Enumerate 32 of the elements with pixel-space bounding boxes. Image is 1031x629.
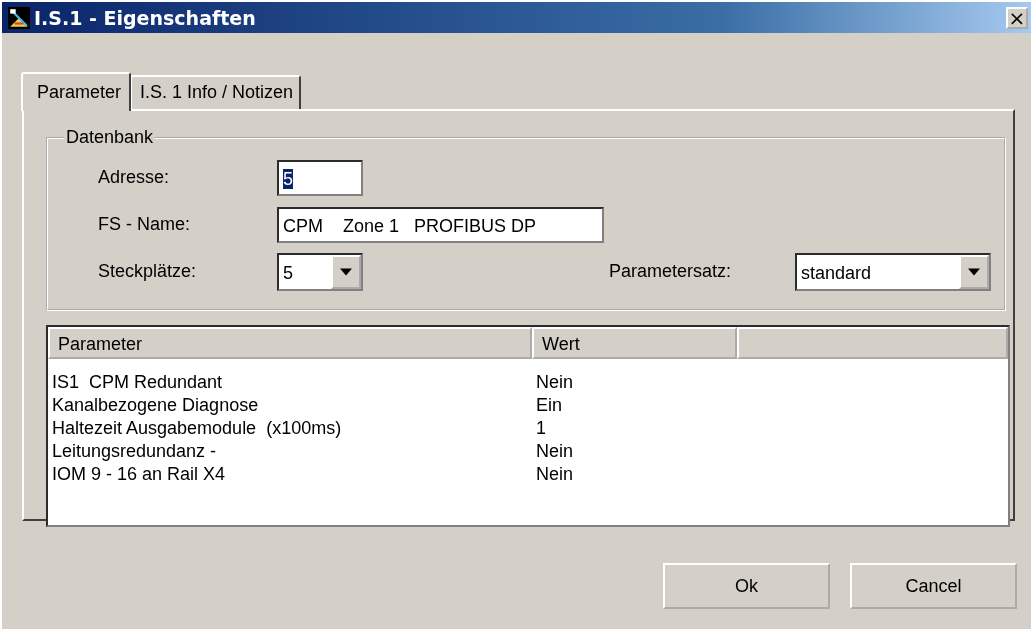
table-cell-text: Nein bbox=[535, 371, 575, 394]
table-cell-text: 1 bbox=[535, 417, 547, 440]
close-button[interactable]: × bbox=[1006, 6, 1028, 29]
group-title: Datenbank bbox=[65, 127, 155, 148]
app-icon bbox=[8, 6, 30, 29]
field-label: Parametersatz: bbox=[608, 261, 731, 282]
dropdown-arrow-button[interactable] bbox=[959, 254, 989, 289]
tab[interactable]: I.S. 1 Info / Notizen bbox=[130, 75, 302, 109]
table-cell-text: Ein bbox=[535, 394, 563, 417]
table-cell-text: Kanalbezogene Diagnose bbox=[51, 394, 260, 417]
dialog-button[interactable]: Ok bbox=[663, 563, 830, 609]
field-label: FS - Name: bbox=[98, 214, 191, 235]
column-header[interactable]: Parameter bbox=[48, 327, 532, 359]
tab[interactable]: Parameter bbox=[21, 72, 132, 111]
dialog-button[interactable]: Cancel bbox=[850, 563, 1017, 609]
dropdown[interactable]: standard bbox=[795, 252, 991, 291]
table-cell-text: IOM 9 - 16 an Rail X4 bbox=[51, 463, 227, 486]
table-cell-text: Haltezeit Ausgabemodule (x100ms) bbox=[51, 417, 343, 440]
column-header[interactable]: Wert bbox=[532, 327, 737, 359]
table-cell-text: IS1 CPM Redundant bbox=[51, 371, 224, 394]
dropdown-arrow-button[interactable] bbox=[331, 254, 361, 289]
field-label: Steckplätze: bbox=[98, 261, 198, 282]
table-cell-text: Leitungsredundanz - bbox=[51, 440, 218, 463]
table-cell-text: Nein bbox=[535, 440, 575, 463]
field-label: Adresse: bbox=[98, 167, 171, 188]
caret-icon bbox=[968, 267, 980, 276]
table-cell-text: Nein bbox=[535, 463, 575, 486]
input-field[interactable]: 5 bbox=[277, 159, 363, 196]
input-field[interactable]: CPM Zone 1 PROFIBUS DP bbox=[277, 206, 604, 243]
caret-icon bbox=[340, 267, 352, 276]
window-title: I.S.1 - Eigenschaften bbox=[34, 6, 256, 29]
dropdown[interactable]: 5 bbox=[277, 252, 363, 291]
